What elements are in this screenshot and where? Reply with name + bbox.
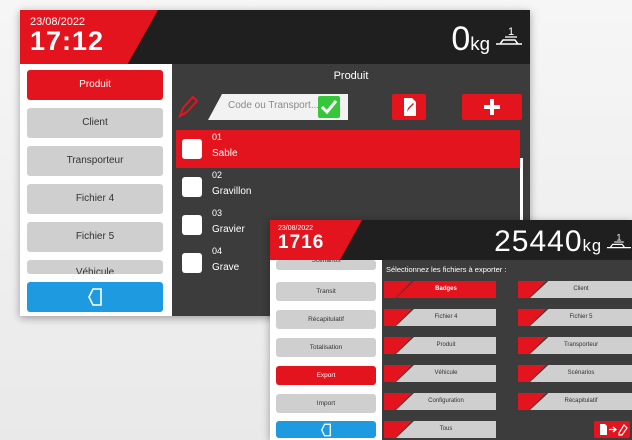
weight-value: 25440 [494,225,583,258]
datetime-box: 23/08/2022 1716 [270,220,362,260]
back-icon [88,288,102,306]
sidebar-item-totalisation[interactable]: Totalisation [276,338,376,357]
sidebar-item-scenarios[interactable]: Scénarios [276,260,376,270]
plus-icon [484,99,500,115]
back-icon [321,423,331,436]
check-icon [320,100,338,115]
sidebar-item-recapitulatif[interactable]: Récapitulatif [276,310,376,329]
item-name: Sable [212,148,238,159]
export-option-badges[interactable]: Badges [384,281,496,298]
export-screen: 23/08/2022 1716 25440kg 1 Scénarios Tran… [270,220,632,440]
top-bar: 23/08/2022 17:12 0kg 1 [20,10,530,64]
weight-unit: kg [582,237,602,255]
export-option-tous[interactable]: Tous [384,421,496,438]
sidebar-item-client[interactable]: Client [27,108,163,138]
item-name: Gravier [212,224,245,235]
weight-display: 25440kg [494,225,602,259]
export-option-transporteur[interactable]: Transporteur [518,337,632,354]
pencil-icon [178,95,199,119]
export-title: Sélectionnez les fichiers à exporter : [386,265,507,274]
datetime-box: 23/08/2022 17:12 [20,10,158,64]
panel-title: Produit [333,70,369,82]
weight-unit: kg [470,33,490,54]
zero-scale-icon[interactable]: 1 [494,22,524,52]
item-code: 02 [212,170,223,180]
export-option-recapitulatif[interactable]: Récapitulatif [518,393,632,410]
item-name: Grave [212,262,240,273]
item-code: 01 [212,132,223,142]
weight-value: 0 [451,20,471,58]
search-input[interactable] [228,100,324,111]
add-button[interactable] [462,94,522,120]
export-option-client[interactable]: Client [518,281,632,298]
confirm-button[interactable] [318,96,340,118]
time-label: 17:12 [30,26,105,56]
svg-text:1: 1 [617,232,622,242]
sidebar-item-transporteur[interactable]: Transporteur [27,146,163,176]
export-option-configuration[interactable]: Configuration [384,393,496,410]
zero-scale-icon[interactable]: 1 [606,230,632,254]
weight-display: 0kg [451,20,490,59]
top-bar: 23/08/2022 1716 25440kg 1 [270,220,632,260]
sidebar-item-export[interactable]: Export [276,366,376,385]
date-label: 23/08/2022 [278,225,314,232]
edit-document-button[interactable] [392,94,426,120]
sidebar-item-vehicule[interactable]: Véhicule [27,260,163,274]
checkbox[interactable] [182,177,202,197]
back-button[interactable] [27,282,163,312]
item-name: Gravillon [212,186,252,197]
item-code: 03 [212,208,223,218]
list-item[interactable]: 02 Gravillon [176,168,520,206]
export-option-vehicule[interactable]: Véhicule [384,365,496,382]
export-option-scenarios[interactable]: Scénarios [518,365,632,382]
export-option-produit[interactable]: Produit [384,337,496,354]
time-label: 1716 [278,232,325,253]
checkbox[interactable] [182,139,202,159]
sidebar: Scénarios Transit Récapitulatif Totalisa… [270,260,382,440]
sidebar-item-fichier-5[interactable]: Fichier 5 [27,222,163,252]
sidebar-item-fichier-4[interactable]: Fichier 4 [27,184,163,214]
sidebar-item-transit[interactable]: Transit [276,282,376,301]
sidebar: Produit Client Transporteur Fichier 4 Fi… [20,64,172,316]
checkbox[interactable] [182,253,202,273]
back-button[interactable] [276,421,376,438]
export-option-fichier-5[interactable]: Fichier 5 [518,309,632,326]
export-confirm-button[interactable] [594,421,630,438]
export-option-fichier-4[interactable]: Fichier 4 [384,309,496,326]
edit-document-icon [404,98,416,116]
list-item[interactable]: 01 Sable [176,130,520,168]
svg-text:1: 1 [508,26,514,38]
checkbox[interactable] [182,215,202,235]
export-file-icon [600,424,628,436]
sidebar-item-import[interactable]: Import [276,394,376,413]
item-code: 04 [212,246,223,256]
edit-button[interactable] [176,94,200,120]
sidebar-item-produit[interactable]: Produit [27,70,163,100]
